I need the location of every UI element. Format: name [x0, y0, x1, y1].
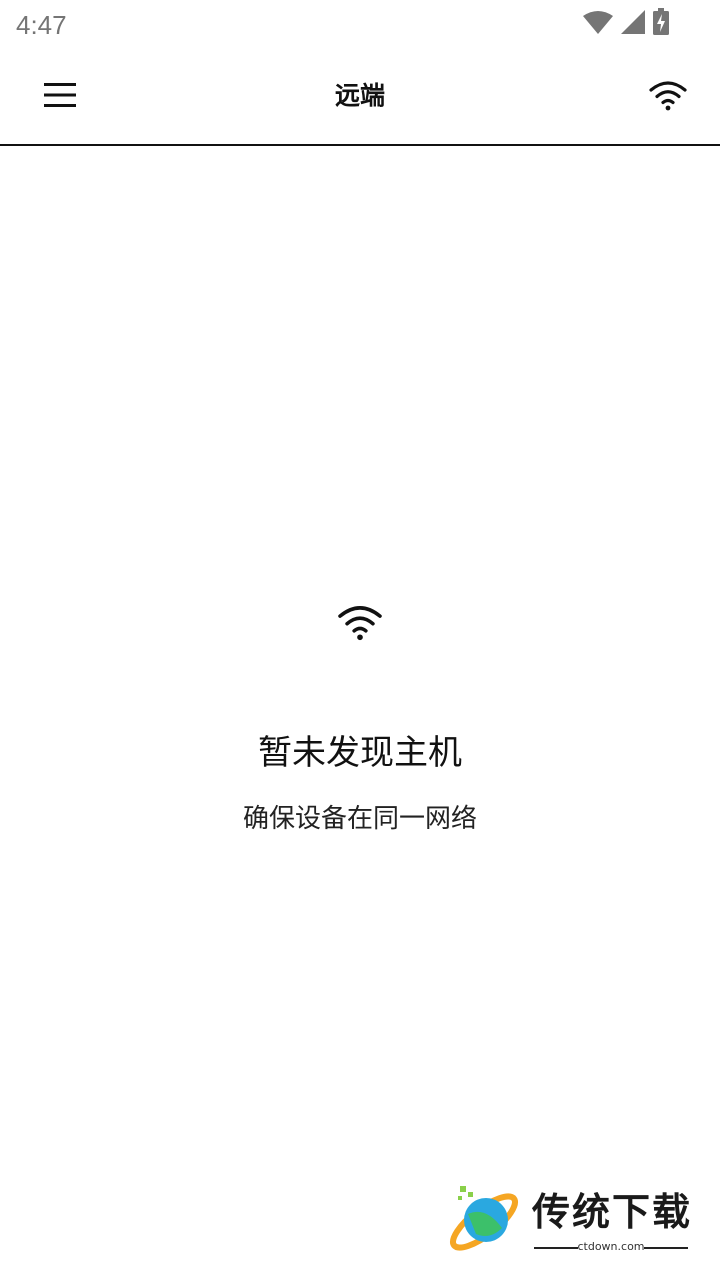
app-screen: 4:47 远端 暂未发现主机 确保设备在同一网络 传统下载 ctdown.com — [0, 0, 720, 1280]
page-title: 远端 — [334, 81, 385, 110]
watermark-divider — [644, 1247, 688, 1249]
empty-state-title: 暂未发现主机 — [258, 733, 462, 773]
status-icons — [582, 8, 670, 40]
cellular-signal-icon — [620, 9, 646, 39]
watermark-brand: 传统下载 — [532, 1190, 693, 1234]
wifi-signal-icon — [582, 9, 614, 39]
status-bar: 4:47 — [0, 0, 720, 50]
wifi-icon — [648, 79, 688, 115]
empty-state-subtitle: 确保设备在同一网络 — [242, 804, 477, 834]
wifi-icon — [336, 602, 384, 642]
watermark-logo-icon — [446, 1184, 526, 1260]
watermark: 传统下载 ctdown.com — [446, 1182, 696, 1258]
app-bar: 远端 — [0, 50, 720, 146]
status-time: 4:47 — [16, 10, 67, 40]
wifi-button[interactable] — [644, 74, 692, 120]
battery-charging-icon — [652, 8, 670, 40]
